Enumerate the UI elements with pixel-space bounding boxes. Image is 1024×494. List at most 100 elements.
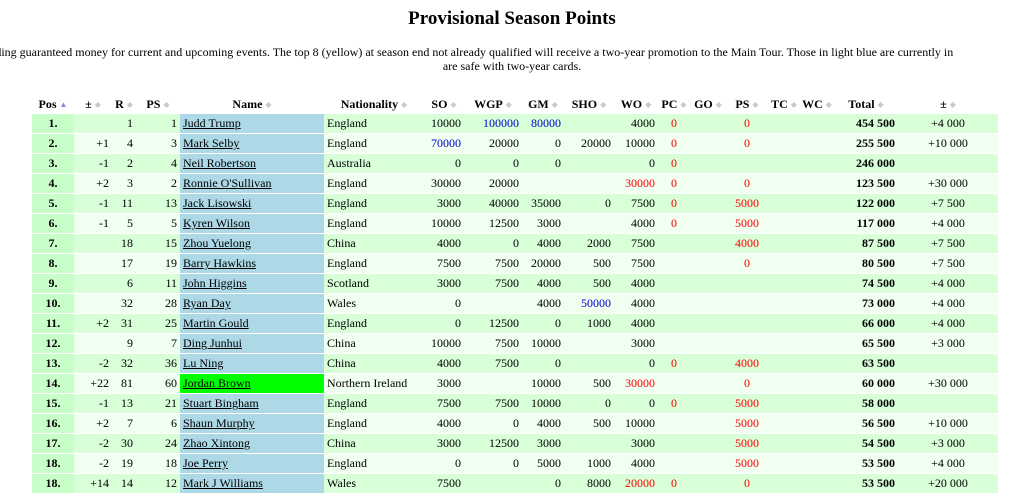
intro-text: luding guaranteed money for current and … bbox=[0, 46, 1024, 74]
column-header-1[interactable]: ± ◆ bbox=[74, 94, 112, 114]
cell-so: 4000 bbox=[424, 353, 464, 374]
cell-tc bbox=[768, 173, 800, 194]
cell-pc bbox=[658, 453, 690, 474]
cell-ps2 bbox=[726, 313, 768, 334]
column-header-3[interactable]: PS ◆ bbox=[136, 94, 180, 114]
cell-pos: 6. bbox=[32, 213, 74, 234]
column-header-6[interactable]: SO ◆ bbox=[424, 94, 464, 114]
player-link[interactable]: Ryan Day bbox=[183, 296, 231, 310]
cell-go bbox=[690, 114, 726, 134]
column-header-11[interactable]: PC ◆ bbox=[658, 94, 690, 114]
cell-wgp: 0 bbox=[464, 153, 522, 174]
cell-pc bbox=[658, 273, 690, 294]
column-header-4[interactable]: Name ◆ bbox=[180, 94, 324, 114]
column-header-14[interactable]: TC ◆ bbox=[768, 94, 800, 114]
cell-tc bbox=[768, 313, 800, 334]
cell-r: 1 bbox=[112, 114, 136, 134]
cell-so: 0 bbox=[424, 453, 464, 474]
cell-sho: 8000 bbox=[564, 473, 614, 494]
player-link[interactable]: Zhao Xintong bbox=[183, 436, 250, 450]
cell-pc bbox=[658, 233, 690, 254]
sort-arrows-icon: ◆ bbox=[877, 99, 884, 109]
table-row: 7. 18 15 Zhou Yuelong China 4000 0 4000 2000 7500… bbox=[32, 233, 998, 254]
column-header-17[interactable]: ± ◆ bbox=[898, 94, 998, 114]
cell-pc: 0 bbox=[658, 153, 690, 174]
cell-gm: 3000 bbox=[522, 433, 564, 454]
player-link[interactable]: Lu Ning bbox=[183, 356, 223, 370]
table-row: 6. -1 5 5 Kyren Wilson England 10000 12500 3000 4… bbox=[32, 213, 998, 234]
player-link[interactable]: Judd Trump bbox=[183, 116, 241, 130]
cell-nat: China bbox=[324, 433, 424, 454]
cell-diff: +4 000 bbox=[898, 293, 998, 314]
cell-nat: Wales bbox=[324, 473, 424, 494]
cell-tc bbox=[768, 433, 800, 454]
cell-so: 70000 bbox=[424, 133, 464, 154]
cell-name: Zhou Yuelong bbox=[180, 233, 324, 254]
cell-ps2: 0 bbox=[726, 133, 768, 154]
cell-go bbox=[690, 413, 726, 434]
cell-wo: 4000 bbox=[614, 313, 658, 334]
player-link[interactable]: Neil Robertson bbox=[183, 156, 256, 170]
sort-arrows-icon: ◆ bbox=[126, 99, 133, 109]
cell-diff: +4 000 bbox=[898, 453, 998, 474]
cell-wgp: 7500 bbox=[464, 333, 522, 354]
cell-pos: 14. bbox=[32, 373, 74, 394]
cell-wo: 4000 bbox=[614, 293, 658, 314]
cell-name: Zhao Xintong bbox=[180, 433, 324, 454]
player-link[interactable]: Shaun Murphy bbox=[183, 416, 255, 430]
cell-go bbox=[690, 393, 726, 414]
cell-so: 3000 bbox=[424, 433, 464, 454]
player-link[interactable]: Kyren Wilson bbox=[183, 216, 250, 230]
player-link[interactable]: Joe Perry bbox=[183, 456, 228, 470]
player-link[interactable]: Martin Gould bbox=[183, 316, 249, 330]
sort-arrows-icon: ◆ bbox=[715, 99, 722, 109]
cell-ps: 19 bbox=[136, 253, 180, 274]
sort-arrows-icon: ◆ bbox=[790, 99, 797, 109]
column-header-8[interactable]: GM ◆ bbox=[522, 94, 564, 114]
column-header-5[interactable]: Nationality ◆ bbox=[324, 94, 424, 114]
player-link[interactable]: Mark Selby bbox=[183, 136, 239, 150]
player-link[interactable]: Jordan Brown bbox=[183, 376, 251, 390]
column-header-15[interactable]: WC ◆ bbox=[800, 94, 834, 114]
cell-tc bbox=[768, 193, 800, 214]
cell-pc: 0 bbox=[658, 393, 690, 414]
column-header-10[interactable]: WO ◆ bbox=[614, 94, 658, 114]
cell-nat: England bbox=[324, 453, 424, 474]
cell-ps2: 0 bbox=[726, 173, 768, 194]
cell-ps: 11 bbox=[136, 273, 180, 294]
player-link[interactable]: John Higgins bbox=[183, 276, 247, 290]
cell-nat: England bbox=[324, 313, 424, 334]
cell-total: 54 500 bbox=[834, 433, 898, 454]
player-link[interactable]: Ding Junhui bbox=[183, 336, 242, 350]
cell-ps: 36 bbox=[136, 353, 180, 374]
cell-ps2 bbox=[726, 333, 768, 354]
cell-go bbox=[690, 173, 726, 194]
column-header-label: PS bbox=[735, 96, 750, 111]
player-link[interactable]: Jack Lisowski bbox=[183, 196, 251, 210]
cell-pc bbox=[658, 373, 690, 394]
column-header-0[interactable]: Pos ▲ bbox=[32, 94, 74, 114]
cell-gm: 0 bbox=[522, 313, 564, 334]
cell-name: Lu Ning bbox=[180, 353, 324, 374]
column-header-12[interactable]: GO ◆ bbox=[690, 94, 726, 114]
player-link[interactable]: Ronnie O'Sullivan bbox=[183, 176, 272, 190]
cell-gm: 10000 bbox=[522, 373, 564, 394]
player-link[interactable]: Mark J Williams bbox=[183, 476, 263, 490]
cell-chg bbox=[74, 253, 112, 274]
column-header-16[interactable]: Total ◆ bbox=[834, 94, 898, 114]
player-link[interactable]: Zhou Yuelong bbox=[183, 236, 251, 250]
column-header-9[interactable]: SHO ◆ bbox=[564, 94, 614, 114]
cell-wgp: 12500 bbox=[464, 313, 522, 334]
cell-go bbox=[690, 473, 726, 494]
cell-name: Ronnie O'Sullivan bbox=[180, 173, 324, 194]
column-header-2[interactable]: R ◆ bbox=[112, 94, 136, 114]
column-header-7[interactable]: WGP ◆ bbox=[464, 94, 522, 114]
cell-sho: 50000 bbox=[564, 293, 614, 314]
cell-total: 246 000 bbox=[834, 153, 898, 174]
season-points-table: Pos ▲ ± ◆ R ◆ PS ◆ Name ◆ Nationality ◆ SO ◆ WGP ◆ GM ◆ SH… bbox=[32, 94, 998, 494]
cell-diff: +4 000 bbox=[898, 213, 998, 234]
cell-wo: 10000 bbox=[614, 413, 658, 434]
column-header-13[interactable]: PS ◆ bbox=[726, 94, 768, 114]
player-link[interactable]: Barry Hawkins bbox=[183, 256, 256, 270]
player-link[interactable]: Stuart Bingham bbox=[183, 396, 259, 410]
